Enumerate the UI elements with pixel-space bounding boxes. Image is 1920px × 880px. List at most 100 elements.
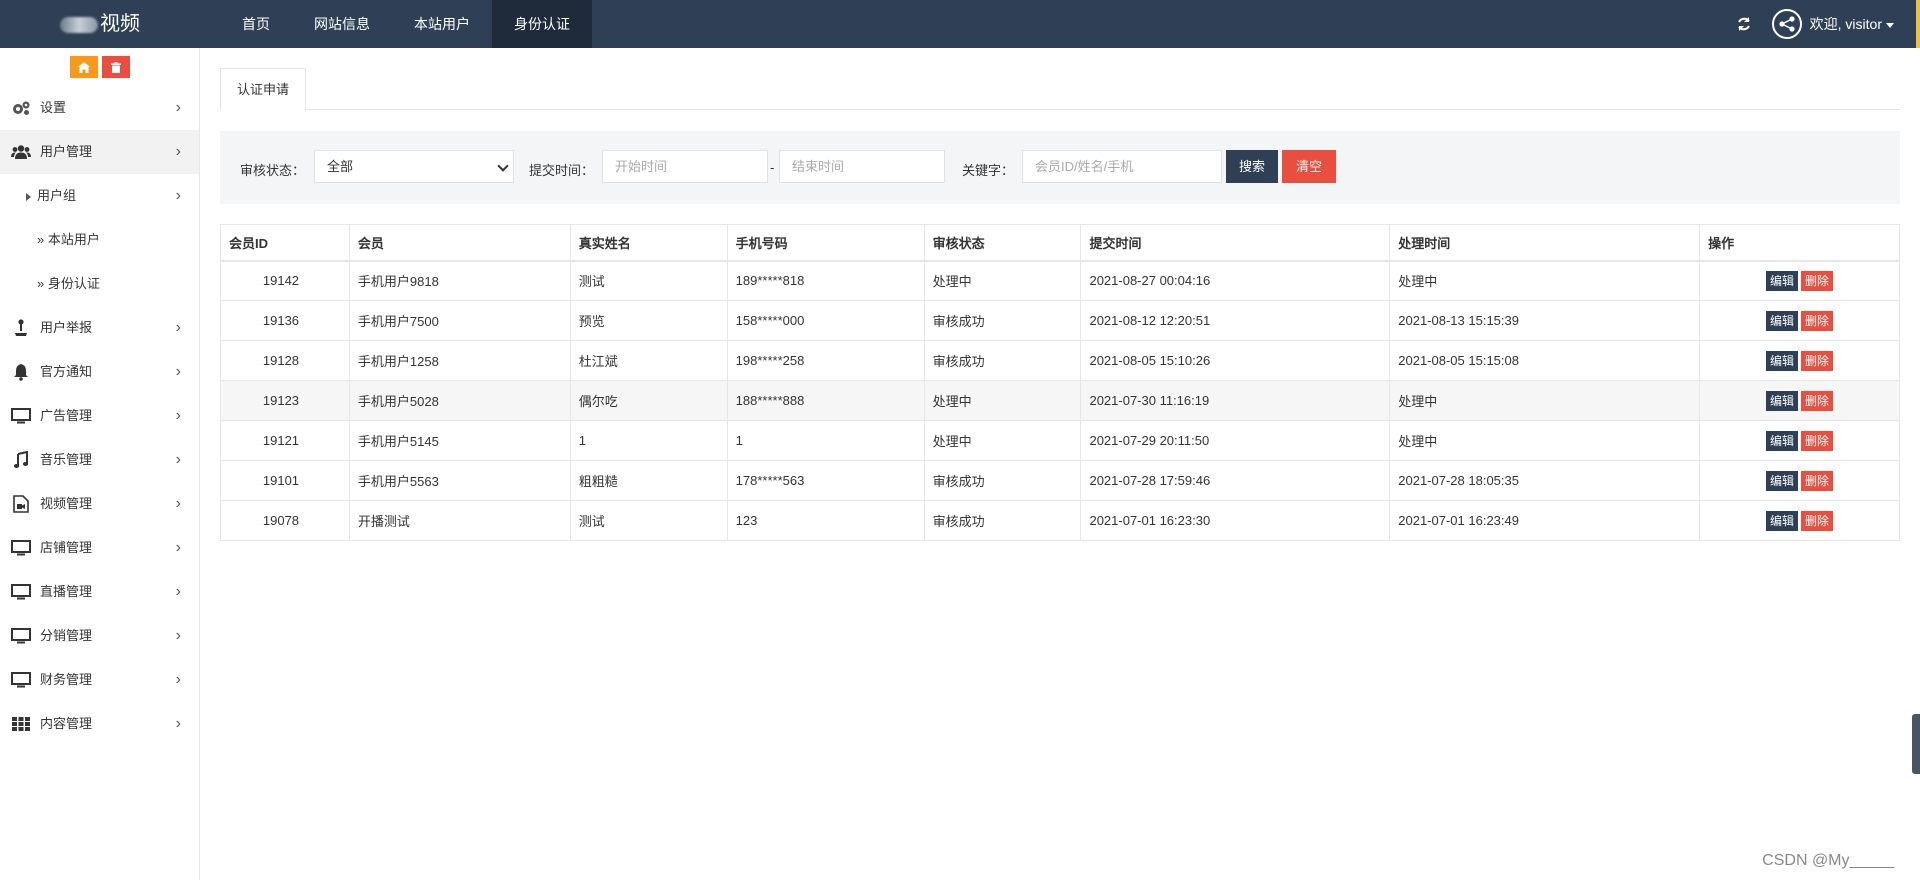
sidebar-item-finance-management[interactable]: 财务管理 › xyxy=(0,658,199,702)
sidebar-item-official-notice[interactable]: 官方通知 › xyxy=(0,350,199,394)
sidebar-item-music-management[interactable]: 音乐管理 › xyxy=(0,438,199,482)
delete-button[interactable]: 删除 xyxy=(1801,390,1834,411)
sidebar-item-ad-management[interactable]: 广告管理 › xyxy=(0,394,199,438)
status-label: 审核状态： xyxy=(240,163,306,178)
edit-button[interactable]: 编辑 xyxy=(1766,270,1799,291)
sidebar-item-live-management[interactable]: 直播管理 › xyxy=(0,570,199,614)
edit-button[interactable]: 编辑 xyxy=(1766,310,1799,331)
music-icon xyxy=(11,451,31,469)
trash-button[interactable] xyxy=(101,56,130,78)
joystick-icon xyxy=(11,319,31,337)
delete-button[interactable]: 删除 xyxy=(1801,310,1834,331)
delete-button[interactable]: 删除 xyxy=(1801,350,1834,371)
column-header[interactable]: 会员ID xyxy=(220,224,350,262)
cell-actions: 编辑 删除 xyxy=(1699,260,1900,301)
cell-actions: 编辑 删除 xyxy=(1699,420,1900,461)
cell-member-id: 19101 xyxy=(220,460,350,501)
top-nav: 首页 网站信息 本站用户 身份认证 xyxy=(220,0,592,48)
top-right-area: 欢迎, visitor xyxy=(1734,0,1894,48)
column-header[interactable]: 处理时间 xyxy=(1389,224,1701,262)
watermark: CSDN @My_____ xyxy=(1762,852,1894,869)
nav-site-info[interactable]: 网站信息 xyxy=(292,0,392,48)
refresh-icon[interactable] xyxy=(1734,14,1754,34)
sidebar-item-label: 音乐管理 xyxy=(40,452,93,467)
end-time-input[interactable]: 结束时间 xyxy=(779,150,945,183)
sidebar-item-settings[interactable]: 设置 › xyxy=(0,86,199,130)
nav-home[interactable]: 首页 xyxy=(220,0,292,48)
monitor-icon xyxy=(11,539,31,557)
delete-button[interactable]: 删除 xyxy=(1801,430,1834,451)
edit-button[interactable]: 编辑 xyxy=(1766,510,1799,531)
sidebar-item-label: 直播管理 xyxy=(40,584,93,599)
clear-button[interactable]: 清空 xyxy=(1282,150,1336,183)
chevron-right-icon: › xyxy=(175,495,181,512)
edit-button[interactable]: 编辑 xyxy=(1766,430,1799,451)
table-row: 19136 手机用户7500 预览 158*****000 审核成功 2021-… xyxy=(220,300,1900,341)
cell-member-id: 19136 xyxy=(220,300,350,341)
sidebar-item-label: 用户举报 xyxy=(40,320,93,335)
chevron-down-icon xyxy=(497,160,509,172)
search-button[interactable]: 搜索 xyxy=(1226,150,1278,183)
monitor-icon xyxy=(11,407,31,425)
bell-icon xyxy=(11,363,31,381)
column-header[interactable]: 提交时间 xyxy=(1080,224,1391,262)
status-select[interactable]: 全部 xyxy=(314,150,514,183)
sidebar-item-video-management[interactable]: 视频管理 › xyxy=(0,482,199,526)
sidebar-subitem-identity-auth[interactable]: » 身份认证 xyxy=(0,262,199,306)
cell-member: 手机用户5145 xyxy=(348,420,571,461)
cell-member-id: 19128 xyxy=(220,340,350,381)
home-icon xyxy=(77,61,90,73)
cell-actions: 编辑 删除 xyxy=(1699,500,1900,541)
sidebar-subitem-user-group[interactable]: 用户组 › xyxy=(0,174,199,218)
delete-button[interactable]: 删除 xyxy=(1801,510,1834,531)
auth-request-table: 会员ID 会员 真实姓名 手机号码 审核状态 提交时间 处理时间 操作 1914… xyxy=(220,224,1900,541)
chevron-right-icon: › xyxy=(175,583,181,600)
user-menu[interactable]: 欢迎, visitor xyxy=(1810,14,1894,34)
edit-button[interactable]: 编辑 xyxy=(1766,350,1799,371)
cell-real-name: 测试 xyxy=(569,500,728,541)
nav-identity-auth[interactable]: 身份认证 xyxy=(492,0,592,48)
cell-actions: 编辑 删除 xyxy=(1699,380,1900,421)
sidebar-item-user-report[interactable]: 用户举报 › xyxy=(0,306,199,350)
top-bar: 视频 首页 网站信息 本站用户 身份认证 欢迎, visitor xyxy=(0,0,1920,48)
edit-button[interactable]: 编辑 xyxy=(1766,390,1799,411)
logo[interactable]: 视频 xyxy=(0,0,200,48)
avatar[interactable] xyxy=(1771,9,1802,39)
cell-process-time: 处理中 xyxy=(1389,420,1701,461)
cell-status: 处理中 xyxy=(923,260,1082,301)
nav-site-users[interactable]: 本站用户 xyxy=(392,0,492,48)
column-header[interactable]: 审核状态 xyxy=(923,224,1082,262)
sidebar-item-content-management[interactable]: 内容管理 › xyxy=(0,702,199,746)
delete-button[interactable]: 删除 xyxy=(1801,470,1834,491)
sidebar-subitem-site-users[interactable]: » 本站用户 xyxy=(0,218,199,262)
cell-actions: 编辑 删除 xyxy=(1699,460,1900,501)
cell-phone: 188*****888 xyxy=(726,380,925,421)
cell-phone: 178*****563 xyxy=(726,460,925,501)
sidebar-item-shop-management[interactable]: 店铺管理 › xyxy=(0,526,199,570)
cell-process-time: 2021-07-28 18:05:35 xyxy=(1389,460,1701,501)
cell-member: 手机用户9818 xyxy=(348,260,571,301)
edit-button[interactable]: 编辑 xyxy=(1766,470,1799,491)
chevron-right-icon: › xyxy=(175,627,181,644)
column-header[interactable]: 真实姓名 xyxy=(569,224,728,262)
table-header-row: 会员ID 会员 真实姓名 手机号码 审核状态 提交时间 处理时间 操作 xyxy=(220,224,1900,262)
tab-auth-request[interactable]: 认证申请 xyxy=(220,68,307,111)
chevron-right-icon: › xyxy=(175,319,181,336)
blurred-logo-mark xyxy=(60,16,98,33)
cell-phone: 123 xyxy=(726,500,925,541)
sidebar-item-user-management[interactable]: 用户管理 › xyxy=(0,130,199,174)
delete-button[interactable]: 删除 xyxy=(1801,270,1834,291)
column-header[interactable]: 会员 xyxy=(348,224,571,262)
keyword-input[interactable]: 会员ID/姓名/手机 xyxy=(1022,150,1222,183)
home-button[interactable] xyxy=(69,56,98,78)
cell-real-name: 偶尔吃 xyxy=(569,380,728,421)
sidebar-item-distribution-management[interactable]: 分销管理 › xyxy=(0,614,199,658)
cell-phone: 158*****000 xyxy=(726,300,925,341)
column-header: 操作 xyxy=(1699,224,1900,262)
chevron-right-icon: › xyxy=(175,671,181,688)
cell-process-time: 2021-08-13 15:15:39 xyxy=(1389,300,1701,341)
start-time-input[interactable]: 开始时间 xyxy=(602,150,768,183)
sidebar-subitem-label: 用户组 xyxy=(37,188,77,203)
column-header[interactable]: 手机号码 xyxy=(726,224,925,262)
side-scroll-widget[interactable] xyxy=(1912,714,1920,774)
